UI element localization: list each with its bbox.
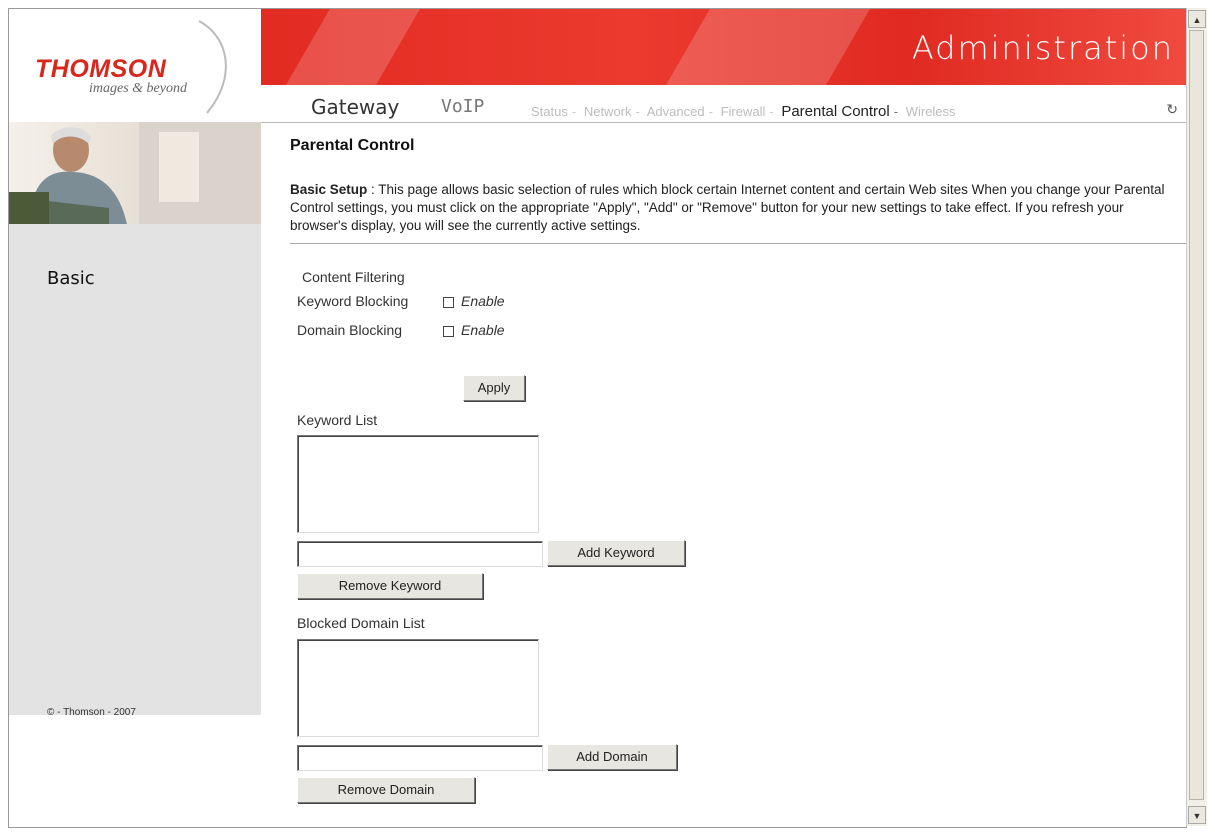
subnav-firewall[interactable]: Firewall xyxy=(721,104,766,119)
page-frame: THOMSON images & beyond Administration G… xyxy=(8,8,1187,828)
sub-nav: Status - Network - Advanced - Firewall - Par… xyxy=(531,103,956,120)
content-filtering-label: Content Filtering xyxy=(302,269,405,285)
blocked-domain-list-label: Blocked Domain List xyxy=(297,615,425,631)
subnav-separator: - xyxy=(571,104,577,119)
intro-text: This page allows basic selection of rule… xyxy=(290,182,1165,233)
scroll-thumb[interactable] xyxy=(1189,30,1204,800)
logo-area: THOMSON images & beyond xyxy=(9,9,261,122)
add-keyword-button[interactable]: Add Keyword xyxy=(547,540,685,566)
blocked-domain-listbox[interactable] xyxy=(297,639,539,737)
intro-paragraph: Basic Setup : This page allows basic sel… xyxy=(290,181,1180,235)
person-photo-icon xyxy=(9,122,261,224)
subnav-parental-control[interactable]: Parental Control xyxy=(781,103,889,120)
subnav-status[interactable]: Status xyxy=(531,104,568,119)
nav-voip[interactable]: VoIP xyxy=(441,96,484,117)
sidebar-item-basic[interactable]: Basic xyxy=(47,268,95,289)
subnav-separator: - xyxy=(893,104,899,119)
header-banner: Administration xyxy=(261,9,1186,85)
banner-decoration xyxy=(261,9,432,85)
vertical-scrollbar[interactable]: ▲ ▼ xyxy=(1186,8,1207,826)
add-domain-button[interactable]: Add Domain xyxy=(547,744,677,770)
subnav-advanced[interactable]: Advanced xyxy=(647,104,705,119)
domain-enable-label: Enable xyxy=(461,322,505,338)
remove-keyword-button[interactable]: Remove Keyword xyxy=(297,573,483,599)
banner-decoration xyxy=(640,9,882,85)
keyword-listbox[interactable] xyxy=(297,435,539,533)
subnav-network[interactable]: Network xyxy=(584,104,632,119)
brand-tagline: images & beyond xyxy=(89,81,187,96)
section-title: Administration xyxy=(911,29,1174,67)
header-photo xyxy=(9,122,261,224)
subnav-separator: - xyxy=(708,104,713,119)
nav-gateway[interactable]: Gateway xyxy=(311,95,399,119)
intro-separator: : xyxy=(367,182,379,197)
keyword-list-label: Keyword List xyxy=(297,412,378,428)
nav-bar: Gateway VoIP Status - Network - Advanced - … xyxy=(261,85,1186,123)
scroll-up-icon[interactable]: ▲ xyxy=(1188,10,1206,28)
subnav-separator: - xyxy=(635,104,640,119)
logo-swoosh-icon xyxy=(198,20,227,114)
keyword-input[interactable] xyxy=(297,541,543,567)
keyword-blocking-checkbox[interactable] xyxy=(443,297,454,308)
intro-label: Basic Setup xyxy=(290,182,368,197)
sidebar: Basic © - Thomson - 2007 xyxy=(9,122,261,718)
brand-logo: THOMSON xyxy=(35,55,167,83)
page-title: Parental Control xyxy=(290,137,415,154)
remove-domain-button[interactable]: Remove Domain xyxy=(297,777,475,803)
domain-blocking-label: Domain Blocking xyxy=(297,322,403,338)
subnav-separator: - xyxy=(769,104,774,119)
copyright-text: © - Thomson - 2007 xyxy=(47,707,136,718)
refresh-icon[interactable]: ↻ xyxy=(1166,101,1178,118)
keyword-blocking-label: Keyword Blocking xyxy=(297,293,409,309)
divider xyxy=(290,243,1186,244)
apply-button[interactable]: Apply xyxy=(463,375,525,401)
keyword-enable-label: Enable xyxy=(461,293,505,309)
domain-input[interactable] xyxy=(297,745,543,771)
subnav-wireless[interactable]: Wireless xyxy=(906,104,956,119)
scroll-down-icon[interactable]: ▼ xyxy=(1188,806,1206,824)
domain-blocking-checkbox[interactable] xyxy=(443,326,454,337)
